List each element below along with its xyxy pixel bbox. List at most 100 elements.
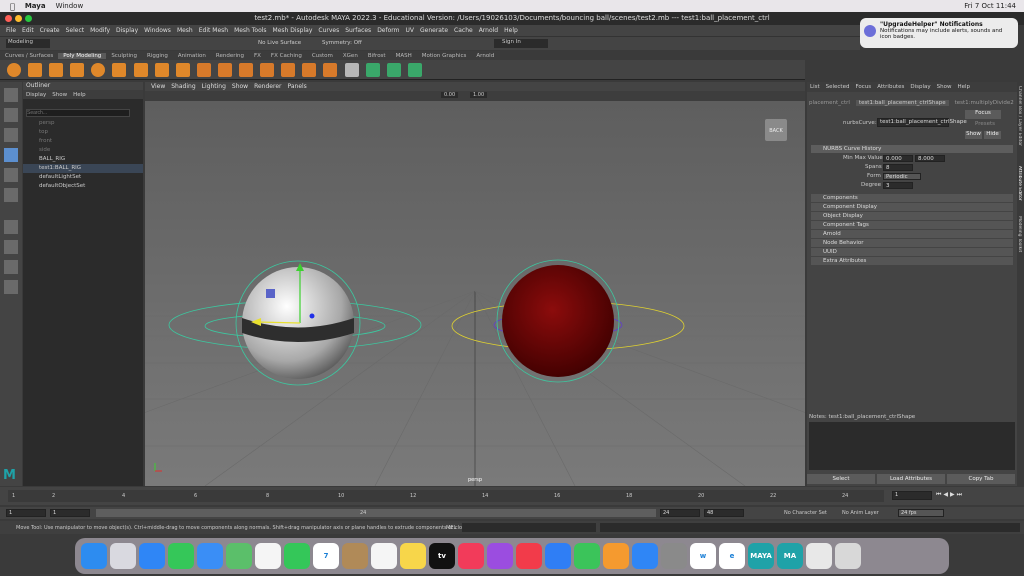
poly-cube-icon[interactable] bbox=[28, 63, 43, 77]
poly-plane-icon[interactable] bbox=[112, 63, 127, 77]
max-value-field[interactable]: 8.000 bbox=[915, 155, 945, 162]
side-tab-attribute-editor[interactable]: Attribute Editor bbox=[1017, 166, 1022, 206]
menu-surfaces[interactable]: Surfaces bbox=[345, 27, 371, 34]
notes-textarea[interactable] bbox=[809, 422, 1015, 470]
section-components[interactable]: Components bbox=[811, 194, 1013, 202]
range-bar[interactable] bbox=[96, 509, 656, 517]
attr-tab-placement-ctrl[interactable]: placement_ctrl bbox=[809, 100, 850, 106]
dock-keynote-icon[interactable] bbox=[545, 543, 571, 569]
outliner-item-test1-ball-rig[interactable]: test1:BALL_RIG bbox=[23, 164, 143, 173]
vp-field-near[interactable]: 0.00 bbox=[441, 92, 459, 98]
anim-layer-dropdown[interactable]: No Anim Layer bbox=[842, 510, 879, 516]
dock-mail-icon[interactable] bbox=[197, 543, 223, 569]
menu-select[interactable]: Select bbox=[66, 27, 85, 34]
symmetry-dropdown[interactable]: Symmetry: Off bbox=[322, 40, 362, 46]
menu-help[interactable]: Help bbox=[504, 27, 518, 34]
show-button[interactable]: Show bbox=[965, 131, 982, 139]
min-value-field[interactable]: 0.000 bbox=[883, 155, 913, 162]
shelf-tab-animation[interactable]: Animation bbox=[173, 53, 211, 59]
time-slider-track[interactable] bbox=[8, 490, 884, 502]
current-frame-field[interactable]: 1 bbox=[892, 491, 932, 500]
playback-end-field[interactable]: 24 bbox=[660, 509, 700, 517]
menu-windows[interactable]: Windows bbox=[144, 27, 171, 34]
mode-dropdown[interactable]: Modeling bbox=[6, 39, 50, 48]
layout-side-icon[interactable] bbox=[4, 260, 18, 274]
lasso-tool-icon[interactable] bbox=[4, 108, 18, 122]
section-component-tags[interactable]: Component Tags bbox=[811, 221, 1013, 229]
outliner-item-top[interactable]: top bbox=[23, 128, 143, 137]
shelf-tab-fx[interactable]: FX bbox=[249, 53, 266, 59]
dock-podcasts-icon[interactable] bbox=[487, 543, 513, 569]
mel-label[interactable]: MEL bbox=[446, 525, 456, 531]
poly-cylinder-icon[interactable] bbox=[49, 63, 64, 77]
menu-edit-mesh[interactable]: Edit Mesh bbox=[199, 27, 228, 34]
menu-deform[interactable]: Deform bbox=[377, 27, 399, 34]
planar-map-icon[interactable] bbox=[386, 63, 401, 77]
multi-cut-icon[interactable] bbox=[344, 63, 359, 77]
sign-in-button[interactable]: Sign In bbox=[494, 39, 548, 48]
section-nurbs-curve-history[interactable]: NURBS Curve History bbox=[811, 145, 1013, 153]
dock-contacts-icon[interactable] bbox=[342, 543, 368, 569]
minimize-window-dot[interactable] bbox=[15, 15, 22, 22]
section-object-display[interactable]: Object Display bbox=[811, 212, 1013, 220]
layout-outliner-icon[interactable] bbox=[4, 280, 18, 294]
menu-modify[interactable]: Modify bbox=[90, 27, 110, 34]
section-arnold[interactable]: Arnold bbox=[811, 230, 1013, 238]
menu-mesh[interactable]: Mesh bbox=[177, 27, 193, 34]
dock-notes-icon[interactable] bbox=[400, 543, 426, 569]
shelf-tab-custom[interactable]: Custom bbox=[307, 53, 338, 59]
notification-banner[interactable]: "UpgradeHelper" Notifications Notificati… bbox=[860, 18, 1018, 48]
outliner-menu-help[interactable]: Help bbox=[73, 92, 86, 98]
vp-menu-show[interactable]: Show bbox=[232, 83, 248, 90]
side-tab-channel-box[interactable]: Channel Box / Layer Editor bbox=[1017, 86, 1022, 156]
attr-tab-multiply-divide[interactable]: test1:multiplyDivide2 bbox=[955, 100, 1014, 106]
attr-tab-shape[interactable]: test1:ball_placement_ctrlShape bbox=[855, 100, 949, 106]
side-tab-modeling-toolkit[interactable]: Modeling Toolkit bbox=[1017, 216, 1022, 261]
menu-clock[interactable]: Fri 7 Oct 11:44 bbox=[964, 2, 1016, 10]
zoom-window-dot[interactable] bbox=[25, 15, 32, 22]
window-menu[interactable]: Window bbox=[56, 2, 84, 10]
menu-arnold[interactable]: Arnold bbox=[479, 27, 498, 34]
combine-icon[interactable] bbox=[196, 63, 211, 77]
mel-command-input[interactable] bbox=[462, 523, 596, 532]
move-tool-icon[interactable] bbox=[4, 148, 18, 162]
attr-menu-selected[interactable]: Selected bbox=[826, 84, 850, 90]
shelf-tab-bifrost[interactable]: Bifrost bbox=[363, 53, 391, 59]
uv-editor-icon[interactable] bbox=[365, 63, 380, 77]
copy-tab-button[interactable]: Copy Tab bbox=[947, 474, 1015, 484]
auto-map-icon[interactable] bbox=[407, 63, 422, 77]
outliner-item-ball-rig[interactable]: BALL_RIG bbox=[23, 155, 143, 164]
select-tool-icon[interactable] bbox=[4, 88, 18, 102]
dock-maya-icon[interactable]: MAYA bbox=[748, 543, 774, 569]
shelf-tab-fx-caching[interactable]: FX Caching bbox=[266, 53, 307, 59]
playback-start-field[interactable]: 1 bbox=[50, 509, 90, 517]
layout-four-icon[interactable] bbox=[4, 240, 18, 254]
outliner-item-default-object-set[interactable]: defaultObjectSet bbox=[23, 182, 143, 191]
poly-type-icon[interactable] bbox=[154, 63, 169, 77]
menu-file[interactable]: File bbox=[6, 27, 16, 34]
viewport-scene[interactable]: BACK persp bbox=[145, 101, 805, 486]
extrude-icon[interactable] bbox=[281, 63, 296, 77]
shelf-tab-mash[interactable]: MASH bbox=[391, 53, 417, 59]
playback-controls[interactable]: ⏮◀▶⏭ bbox=[936, 491, 1016, 500]
attr-menu-display[interactable]: Display bbox=[910, 84, 930, 90]
dock-reminders-icon[interactable] bbox=[371, 543, 397, 569]
presets-button[interactable]: Presets bbox=[975, 121, 995, 127]
separate-icon[interactable] bbox=[217, 63, 232, 77]
menu-cache[interactable]: Cache bbox=[454, 27, 473, 34]
outliner-item-side[interactable]: side bbox=[23, 146, 143, 155]
paint-select-icon[interactable] bbox=[4, 128, 18, 142]
dock-edge-icon[interactable]: e bbox=[719, 543, 745, 569]
attr-menu-attributes[interactable]: Attributes bbox=[877, 84, 904, 90]
bevel-icon[interactable] bbox=[323, 63, 338, 77]
svg-icon[interactable] bbox=[175, 63, 190, 77]
app-menu[interactable]: Maya bbox=[25, 2, 46, 10]
outliner-menu-show[interactable]: Show bbox=[52, 92, 67, 98]
menu-curves[interactable]: Curves bbox=[318, 27, 339, 34]
time-slider[interactable]: 1 2 4 6 8 10 12 14 16 18 20 22 24 1 ⏮◀▶⏭ bbox=[0, 487, 1024, 505]
outliner-item-front[interactable]: front bbox=[23, 137, 143, 146]
hide-button[interactable]: Hide bbox=[984, 131, 1001, 139]
live-surface-label[interactable]: No Live Surface bbox=[258, 40, 301, 46]
dock-safari-icon[interactable] bbox=[139, 543, 165, 569]
menu-edit[interactable]: Edit bbox=[22, 27, 34, 34]
